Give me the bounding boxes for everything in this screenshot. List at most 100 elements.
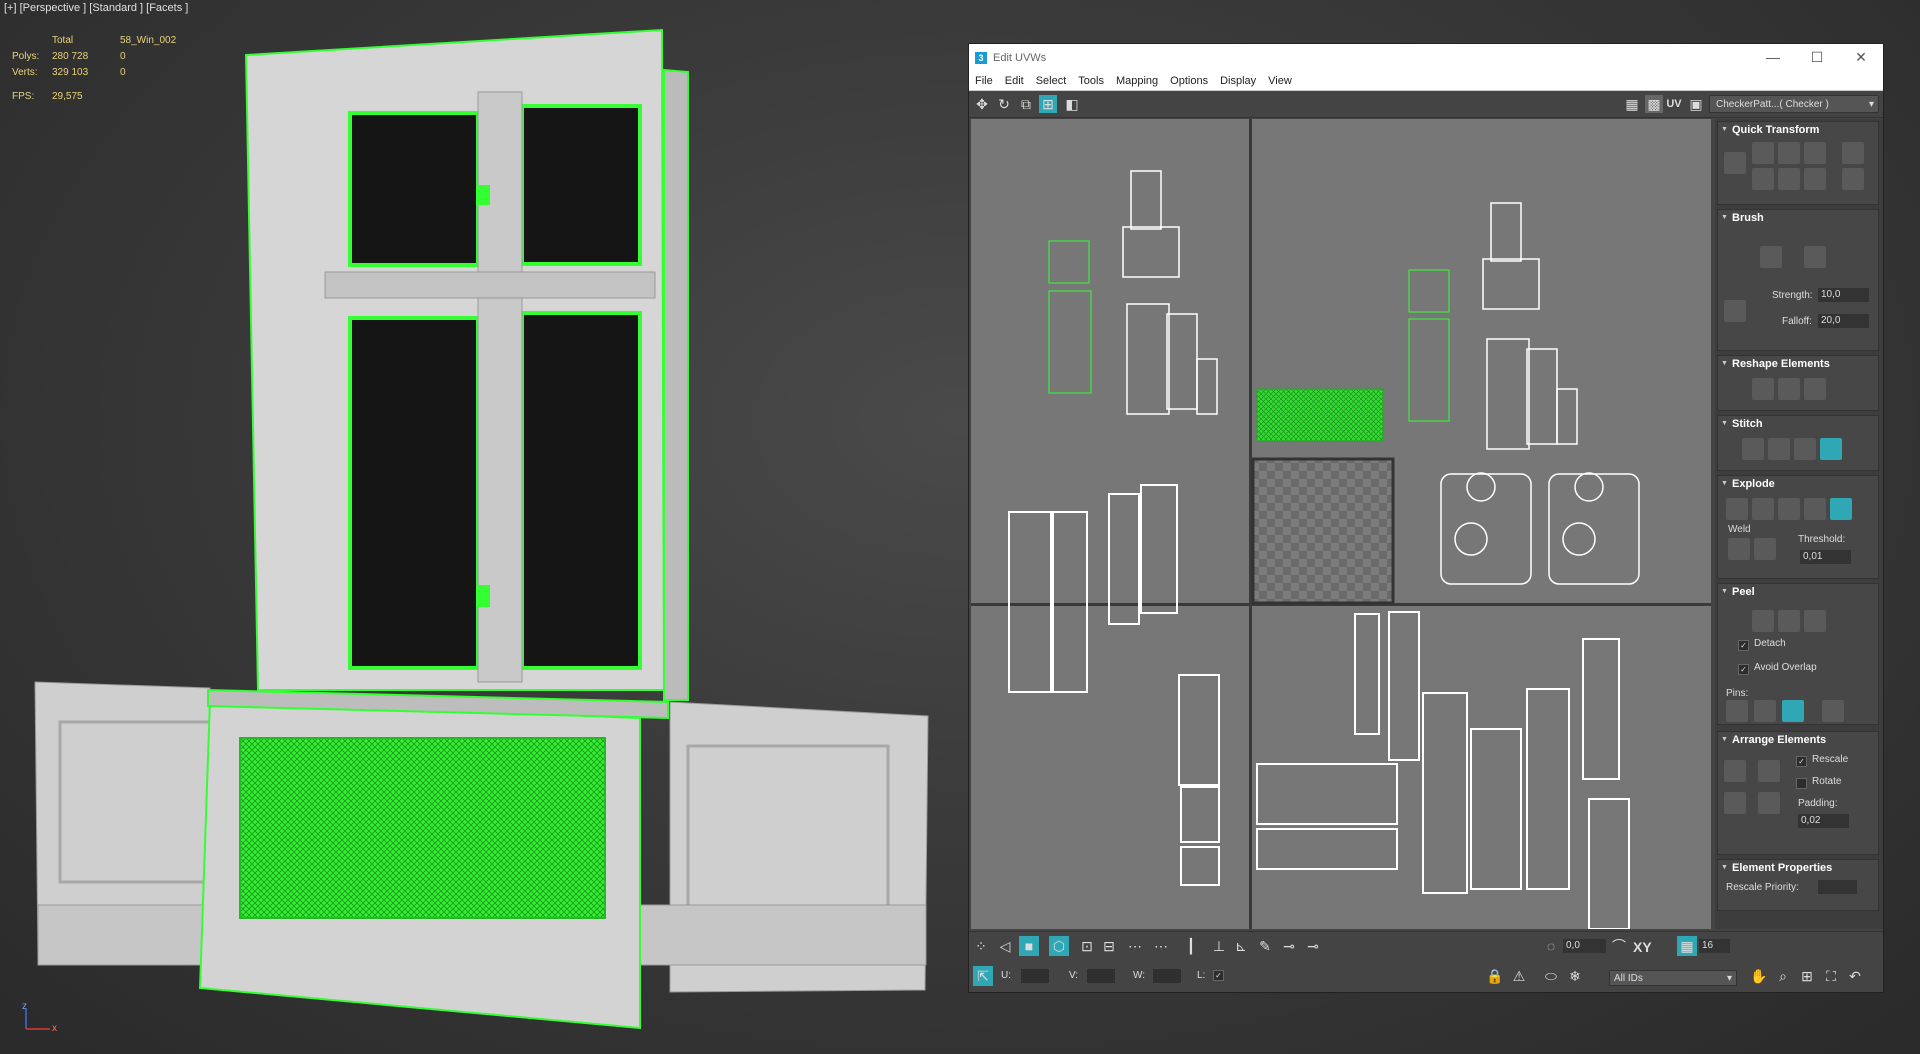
rescale-elements-icon[interactable] — [1758, 792, 1780, 814]
absolute-mode-icon[interactable]: ⇱ — [973, 966, 993, 986]
paint-brush-larger-icon[interactable]: ⊸ — [1303, 936, 1323, 956]
undo-view-icon[interactable]: ↶ — [1845, 966, 1865, 986]
checker-icon[interactable]: ▦ — [1623, 95, 1641, 113]
rollout-header-quick-transform[interactable]: Quick Transform — [1718, 122, 1878, 138]
snap-icon[interactable]: ⊾ — [1231, 936, 1251, 956]
pivot-icon[interactable] — [1842, 142, 1864, 164]
menu-file[interactable]: File — [969, 75, 999, 87]
falloff-spinner[interactable]: 20,0 — [1818, 314, 1869, 328]
map-dropdown[interactable]: CheckerPatt...( Checker ) ▾ — [1709, 95, 1879, 113]
freeze-icon[interactable]: ⬭ — [1541, 966, 1561, 986]
strength-spinner[interactable]: 10,0 — [1818, 288, 1869, 302]
rollout-header-explode[interactable]: Explode — [1718, 476, 1878, 492]
relax-icon[interactable] — [1778, 378, 1800, 400]
flatten-by-material-icon[interactable] — [1830, 498, 1852, 520]
menu-select[interactable]: Select — [1030, 75, 1073, 87]
align-icon[interactable] — [1724, 152, 1746, 174]
pack-custom-icon[interactable] — [1724, 760, 1746, 782]
rotate-checkbox[interactable] — [1796, 778, 1807, 789]
maximize-button[interactable]: ☐ — [1795, 49, 1839, 66]
move-icon[interactable]: ✥ — [973, 95, 991, 113]
element-mode-icon[interactable]: ⬡ — [1049, 936, 1069, 956]
soft-selection-icon[interactable]: ⌒ — [1609, 936, 1629, 956]
shrink-selection-icon[interactable]: ⊟ — [1099, 936, 1119, 956]
texture-icon[interactable]: ▩ — [1645, 95, 1663, 113]
minimize-button[interactable]: — — [1751, 49, 1795, 66]
angle-spinner[interactable]: 0,0 — [1563, 939, 1606, 953]
edge-mode-icon[interactable]: ◁ — [995, 936, 1015, 956]
menu-tools[interactable]: Tools — [1072, 75, 1110, 87]
flatten-by-smoothing-icon[interactable] — [1804, 498, 1826, 520]
avoid-overlap-checkbox[interactable]: ✓ — [1738, 664, 1749, 675]
v-field[interactable] — [1087, 969, 1115, 983]
w-field[interactable] — [1153, 969, 1181, 983]
menu-edit[interactable]: Edit — [999, 75, 1030, 87]
edit-uvws-window[interactable]: 3 Edit UVWs — ☐ ✕ File Edit Select Tools… — [968, 43, 1884, 993]
rescale-priority-spinner[interactable] — [1818, 880, 1857, 894]
menu-display[interactable]: Display — [1214, 75, 1262, 87]
quick-peel-icon[interactable] — [1752, 610, 1774, 632]
scale-icon[interactable]: ⧉ — [1017, 95, 1035, 113]
polygon-mode-icon[interactable]: ■ — [1019, 936, 1039, 956]
uvw-titlebar[interactable]: 3 Edit UVWs — ☐ ✕ — [969, 44, 1883, 71]
rotate-icon[interactable]: ↻ — [995, 95, 1013, 113]
reset-peel-icon[interactable] — [1804, 610, 1826, 632]
paint-brush-icon[interactable] — [1760, 246, 1782, 268]
menu-options[interactable]: Options — [1164, 75, 1214, 87]
snowflake-icon[interactable]: ❄ — [1565, 966, 1585, 986]
uv-editor-canvas[interactable] — [971, 119, 1711, 929]
paint-brush-smaller-icon[interactable]: ⊸ — [1279, 936, 1299, 956]
break-icon[interactable] — [1726, 498, 1748, 520]
padding-spinner[interactable]: 0,02 — [1798, 814, 1849, 828]
pivot-reset-icon[interactable] — [1842, 168, 1864, 190]
rotation-icon[interactable]: ◌ — [1541, 936, 1561, 956]
falloff-curve-icon[interactable] — [1724, 300, 1746, 322]
lock-icon[interactable]: 🔒 — [1485, 966, 1505, 986]
threshold-spinner[interactable]: 0,01 — [1800, 550, 1851, 564]
weld-target-icon[interactable] — [1728, 538, 1750, 560]
zoom-icon[interactable]: ⌕ — [1773, 966, 1793, 986]
pin-icon[interactable] — [1726, 700, 1748, 722]
select-pinned-icon[interactable] — [1822, 700, 1844, 722]
u-field[interactable] — [1021, 969, 1049, 983]
flatten-by-polygon-icon[interactable] — [1778, 498, 1800, 520]
auto-pin-icon[interactable] — [1782, 700, 1804, 722]
uv-label[interactable]: UV — [1665, 95, 1683, 113]
stitch-custom-icon[interactable] — [1742, 438, 1764, 460]
pack-normalize-icon[interactable] — [1758, 760, 1780, 782]
pan-hand-icon[interactable]: ✋ — [1749, 966, 1769, 986]
stitch-source-icon[interactable] — [1768, 438, 1790, 460]
rollout-header-arrange[interactable]: Arrange Elements — [1718, 732, 1878, 748]
peel-mode-icon[interactable] — [1778, 610, 1800, 632]
freeform-icon[interactable]: ⊞ — [1039, 95, 1057, 113]
select-by-element-icon[interactable]: ┃ — [1181, 936, 1201, 956]
grid-spinner[interactable]: 16 — [1699, 939, 1730, 953]
space-horizontal-icon[interactable] — [1778, 168, 1800, 190]
menu-mapping[interactable]: Mapping — [1110, 75, 1164, 87]
straighten-icon[interactable] — [1752, 142, 1774, 164]
unpin-icon[interactable] — [1754, 700, 1776, 722]
grid-snap-icon[interactable]: ▦ — [1677, 936, 1697, 956]
cube-icon[interactable] — [1804, 378, 1826, 400]
material-ids-dropdown[interactable]: All IDs ▾ — [1609, 970, 1737, 986]
grow-selection-icon[interactable]: ⊡ — [1077, 936, 1097, 956]
stitch-target-icon[interactable] — [1794, 438, 1816, 460]
rotate-cw-icon[interactable] — [1804, 168, 1826, 190]
detach-checkbox[interactable]: ✓ — [1738, 640, 1749, 651]
zoom-region-icon[interactable]: ⊞ — [1797, 966, 1817, 986]
xy-toggle[interactable]: XY — [1633, 939, 1652, 955]
rollout-header-stitch[interactable]: Stitch — [1718, 416, 1878, 432]
loop-icon[interactable]: ⋯ — [1125, 936, 1145, 956]
rollout-header-element-properties[interactable]: Element Properties — [1718, 860, 1878, 876]
rollout-header-peel[interactable]: Peel — [1718, 584, 1878, 600]
relax-brush-icon[interactable] — [1804, 246, 1826, 268]
settings-icon[interactable]: ▣ — [1687, 95, 1705, 113]
space-vertical-icon[interactable] — [1778, 142, 1800, 164]
mirror-icon[interactable]: ◧ — [1063, 95, 1081, 113]
rollout-header-brush[interactable]: Brush — [1718, 210, 1878, 226]
straighten-selection-icon[interactable] — [1752, 378, 1774, 400]
ring-icon[interactable]: ⋯ — [1151, 936, 1171, 956]
menu-view[interactable]: View — [1262, 75, 1298, 87]
rescale-checkbox[interactable]: ✓ — [1796, 756, 1807, 767]
lock-uv-checkbox[interactable]: ✓ — [1213, 970, 1224, 981]
